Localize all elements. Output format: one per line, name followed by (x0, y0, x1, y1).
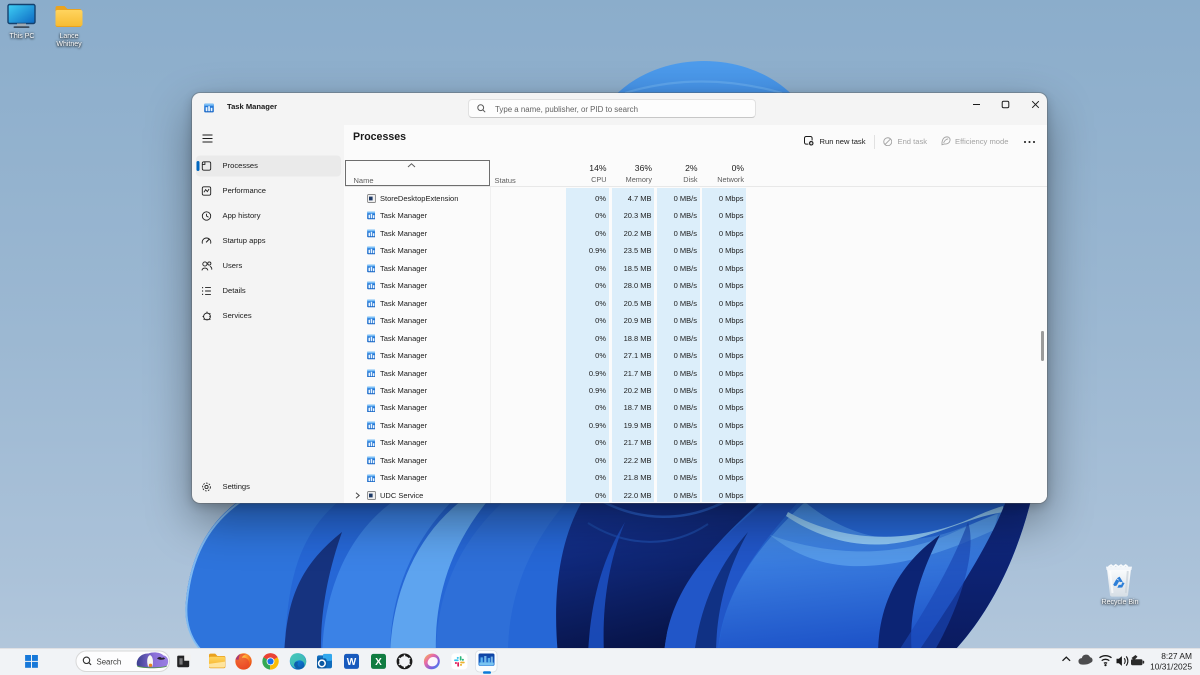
svg-text:10/31/2025: 10/31/2025 (1150, 662, 1192, 672)
svg-text:Search: Search (97, 657, 122, 666)
svg-text:W: W (347, 657, 357, 668)
svg-text:X: X (375, 657, 382, 668)
svg-text:8:27 AM: 8:27 AM (1161, 651, 1192, 661)
